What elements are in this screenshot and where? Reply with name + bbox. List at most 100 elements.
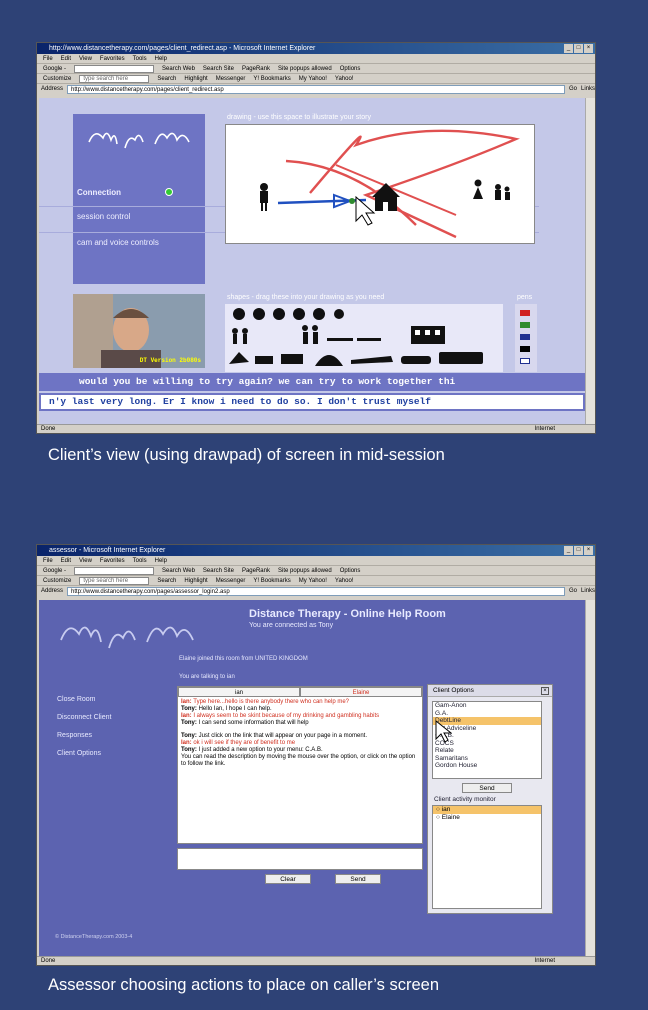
- yahoo-search-button[interactable]: Search: [157, 74, 176, 83]
- red-pen[interactable]: [520, 310, 530, 316]
- drawing-canvas[interactable]: [225, 124, 535, 244]
- send-button[interactable]: Send: [335, 874, 381, 884]
- menu-bar: File Edit View Favorites Tools Help: [37, 556, 595, 566]
- popup-blocker[interactable]: Site popups allowed: [278, 566, 332, 575]
- google-search-input[interactable]: [74, 566, 155, 575]
- google-menu[interactable]: Google -: [43, 566, 66, 575]
- google-menu[interactable]: Google -: [43, 64, 66, 73]
- vertical-scrollbar[interactable]: [585, 98, 595, 424]
- activity-monitor-label: Client activity monitor: [434, 796, 496, 803]
- black-pen[interactable]: [520, 346, 530, 352]
- yahoo-search-input[interactable]: type search here: [79, 74, 150, 83]
- shapes-palette[interactable]: [225, 304, 503, 372]
- client-option-item[interactable]: Gordon House: [433, 762, 541, 770]
- client-option-item[interactable]: G.A.: [433, 710, 541, 718]
- maximize-button[interactable]: □: [574, 546, 583, 555]
- customize-button[interactable]: Customize: [43, 576, 71, 585]
- responses-link[interactable]: Responses: [57, 732, 92, 739]
- menu-help[interactable]: Help: [155, 54, 167, 63]
- message-input[interactable]: [177, 848, 423, 870]
- highlight-button[interactable]: Highlight: [184, 576, 207, 585]
- close-icon[interactable]: ×: [541, 687, 549, 695]
- blue-pen[interactable]: [520, 334, 530, 340]
- links-button[interactable]: Links: [581, 586, 595, 597]
- search-web-button[interactable]: Search Web: [162, 64, 195, 73]
- address-input[interactable]: http://www.distancetherapy.com/pages/ass…: [67, 587, 565, 596]
- green-pen[interactable]: [520, 322, 530, 328]
- status-text: Done: [41, 958, 56, 964]
- go-button[interactable]: Go: [569, 84, 577, 95]
- menu-favorites[interactable]: Favorites: [100, 556, 125, 565]
- vertical-scrollbar[interactable]: [585, 600, 595, 956]
- yahoo-search-button[interactable]: Search: [157, 576, 176, 585]
- menu-view[interactable]: View: [79, 54, 92, 63]
- messenger-button[interactable]: Messenger: [216, 576, 246, 585]
- menu-file[interactable]: File: [43, 556, 53, 565]
- address-bar: Address http://www.distancetherapy.com/p…: [37, 84, 595, 95]
- close-room-link[interactable]: Close Room: [57, 696, 96, 703]
- popup-blocker[interactable]: Site popups allowed: [278, 64, 332, 73]
- chat-message: Ian: ok i will see if they are of benefi…: [181, 740, 296, 746]
- close-button[interactable]: ×: [584, 546, 593, 555]
- tab-elaine[interactable]: Elaine: [300, 687, 422, 697]
- drawing-title: drawing - use this space to illustrate y…: [227, 114, 371, 121]
- my-yahoo-button[interactable]: My Yahoo!: [299, 576, 327, 585]
- links-button[interactable]: Links: [581, 84, 595, 95]
- go-button[interactable]: Go: [569, 586, 577, 597]
- close-button[interactable]: ×: [584, 44, 593, 53]
- messenger-button[interactable]: Messenger: [216, 74, 246, 83]
- customize-button[interactable]: Customize: [43, 74, 71, 83]
- yahoo-button[interactable]: Yahoo!: [335, 576, 354, 585]
- yahoo-toolbar: Customize type search here Search Highli…: [37, 576, 595, 586]
- search-site-button[interactable]: Search Site: [203, 566, 234, 575]
- options-button[interactable]: Options: [340, 64, 361, 73]
- options-button[interactable]: Options: [340, 566, 361, 575]
- client-option-item[interactable]: Relate: [433, 747, 541, 755]
- menu-tools[interactable]: Tools: [133, 54, 147, 63]
- activity-monitor-list: ○ ian ○ Elaine: [432, 805, 542, 909]
- cam-voice-controls-link[interactable]: cam and voice controls: [77, 238, 159, 247]
- white-pen[interactable]: [520, 358, 530, 364]
- minimize-button[interactable]: _: [564, 546, 573, 555]
- client-option-item[interactable]: Gam-Anon: [433, 702, 541, 710]
- google-search-input[interactable]: [74, 64, 155, 73]
- send-option-button[interactable]: Send: [462, 783, 512, 793]
- minimize-button[interactable]: _: [564, 44, 573, 53]
- yahoo-button[interactable]: Yahoo!: [335, 74, 354, 83]
- menu-edit[interactable]: Edit: [61, 54, 71, 63]
- pagerank-indicator: PageRank: [241, 65, 270, 72]
- address-label: Address: [41, 588, 64, 594]
- chat-message: You can read the description by moving t…: [181, 754, 416, 767]
- zone-text: Internet: [534, 426, 555, 432]
- bookmarks-button[interactable]: Y! Bookmarks: [253, 576, 290, 585]
- menu-favorites[interactable]: Favorites: [100, 54, 125, 63]
- yahoo-search-input[interactable]: type search here: [79, 576, 150, 585]
- maximize-button[interactable]: □: [574, 44, 583, 53]
- monitor-item[interactable]: ○ ian: [433, 806, 541, 814]
- pens-title: pens: [517, 294, 533, 301]
- client-options-link[interactable]: Client Options: [57, 750, 101, 757]
- menu-view[interactable]: View: [79, 556, 92, 565]
- search-site-button[interactable]: Search Site: [203, 64, 234, 73]
- monitor-item[interactable]: ○ Elaine: [433, 814, 541, 822]
- session-control-link[interactable]: session control: [77, 212, 130, 221]
- client-option-item[interactable]: Samaritans: [433, 755, 541, 763]
- menu-edit[interactable]: Edit: [61, 556, 71, 565]
- tab-ian[interactable]: ian: [178, 687, 300, 697]
- disconnect-client-link[interactable]: Disconnect Client: [57, 714, 111, 721]
- clear-button[interactable]: Clear: [265, 874, 311, 884]
- menu-file[interactable]: File: [43, 54, 53, 63]
- my-yahoo-button[interactable]: My Yahoo!: [299, 74, 327, 83]
- bookmarks-button[interactable]: Y! Bookmarks: [253, 74, 290, 83]
- yahoo-toolbar: Customize type search here Search Highli…: [37, 74, 595, 84]
- address-input[interactable]: http://www.distancetherapy.com/pages/cli…: [67, 85, 565, 94]
- window-titlebar: assessor - Microsoft Internet Explorer _…: [37, 545, 595, 556]
- highlight-button[interactable]: Highlight: [184, 74, 207, 83]
- menu-help[interactable]: Help: [155, 556, 167, 565]
- status-bar: Done Internet: [37, 956, 595, 965]
- connection-label[interactable]: Connection: [77, 188, 121, 197]
- status-bar: Done Internet: [37, 424, 595, 433]
- menu-tools[interactable]: Tools: [133, 556, 147, 565]
- client-typing-field[interactable]: n'y last very long. Er I know i need to …: [39, 393, 585, 411]
- search-web-button[interactable]: Search Web: [162, 566, 195, 575]
